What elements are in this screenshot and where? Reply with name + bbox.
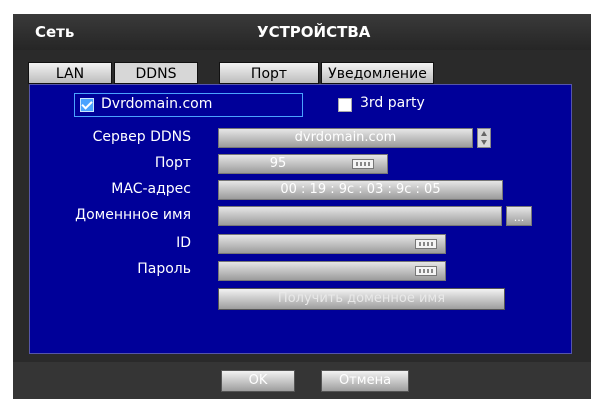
tab-notification[interactable]: Уведомление	[321, 62, 434, 84]
dvrdomain-checkbox[interactable]	[80, 98, 94, 112]
mac-field: 00 : 19 : 9c : 03 : 9c : 05	[218, 180, 503, 200]
password-field[interactable]	[218, 261, 446, 281]
domain-label: Доменнное имя	[75, 207, 191, 223]
chevron-down-icon[interactable]	[481, 140, 487, 145]
domain-browse-button[interactable]: ...	[506, 206, 532, 226]
title-bar: Сеть УСТРОЙСТВА	[13, 14, 591, 50]
ddns-panel: Dvrdomain.com 3rd party Сервер DDNS dvrd…	[29, 84, 572, 354]
port-field[interactable]: 95	[218, 154, 388, 174]
window-body: LAN DDNS Порт Уведомление Dvrdomain.com …	[13, 50, 591, 362]
keyboard-icon[interactable]	[415, 266, 437, 276]
devices-window: Сеть УСТРОЙСТВА LAN DDNS Порт Уведомлени…	[13, 14, 591, 399]
dvrdomain-option[interactable]: Dvrdomain.com	[74, 93, 303, 117]
mac-label: MAC-адрес	[111, 181, 191, 197]
keyboard-icon[interactable]	[415, 239, 437, 249]
keyboard-icon[interactable]	[352, 159, 374, 169]
id-label: ID	[176, 235, 191, 251]
ok-button[interactable]: OK	[221, 370, 295, 392]
port-value: 95	[269, 156, 287, 171]
ddns-server-field[interactable]: dvrdomain.com	[218, 128, 473, 148]
window-section: Сеть	[35, 23, 75, 41]
id-field[interactable]	[218, 234, 446, 254]
footer-bar: OK Отмена	[13, 362, 591, 399]
get-domain-button[interactable]: Получить доменное имя	[218, 288, 505, 310]
chevron-up-icon[interactable]	[481, 131, 487, 136]
port-label: Порт	[154, 155, 191, 171]
tab-lan[interactable]: LAN	[28, 62, 112, 84]
domain-field[interactable]	[218, 206, 502, 226]
dvrdomain-label: Dvrdomain.com	[101, 96, 213, 112]
tab-ddns[interactable]: DDNS	[114, 62, 198, 84]
window-title: УСТРОЙСТВА	[257, 23, 371, 41]
third-party-checkbox[interactable]	[338, 98, 352, 112]
tab-port[interactable]: Порт	[219, 62, 319, 84]
password-label: Пароль	[137, 261, 191, 277]
cancel-button[interactable]: Отмена	[321, 370, 409, 392]
ddns-server-label: Сервер DDNS	[92, 129, 191, 145]
ddns-server-spinner[interactable]	[477, 128, 491, 148]
third-party-label: 3rd party	[360, 95, 425, 111]
